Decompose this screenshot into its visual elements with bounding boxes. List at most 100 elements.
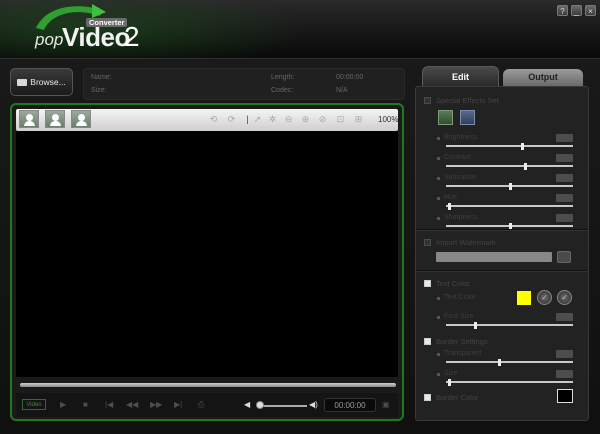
border-slider-track[interactable] bbox=[446, 361, 573, 363]
minimize-button[interactable]: _ bbox=[571, 5, 582, 16]
bullet bbox=[437, 217, 440, 220]
slider-value[interactable] bbox=[556, 154, 573, 162]
volume-knob[interactable] bbox=[256, 401, 264, 409]
bullet bbox=[437, 157, 440, 160]
trim-tool-icon[interactable] bbox=[460, 110, 475, 125]
person-icon bbox=[78, 114, 85, 121]
title-bar: pop Video 2 Converter ? _ × bbox=[0, 0, 600, 59]
border-color-picker[interactable] bbox=[557, 389, 573, 403]
view-mode-2-button[interactable] bbox=[45, 110, 65, 128]
zoom-in-icon[interactable]: ⊕ bbox=[301, 115, 310, 124]
playback-controls: Video ▶ ■ |◀ ◀◀ ▶▶ ▶| ⎙ ◀ ◀) 00:00:00 ▣ bbox=[16, 393, 398, 417]
slider-knob[interactable] bbox=[448, 203, 451, 210]
screen-icon[interactable]: ▣ bbox=[382, 400, 390, 410]
prev-frame-icon[interactable]: |◀ bbox=[105, 400, 113, 410]
fit-icon[interactable]: ⊡ bbox=[336, 115, 345, 124]
zoom-level: 100% bbox=[378, 115, 399, 124]
forward-icon[interactable]: ▶▶ bbox=[150, 400, 162, 410]
tab-output[interactable]: Output bbox=[503, 69, 583, 86]
preview-frame: ⟲ ⟳ | ➚ ✲ ⊖ ⊕ ⊘ ⊡ ⊞ 100% Video ▶ ■ |◀ ◀◀… bbox=[10, 103, 404, 421]
snapshot-icon[interactable]: ⎙ bbox=[198, 400, 204, 410]
border-checkbox[interactable] bbox=[424, 338, 431, 345]
slider-knob[interactable] bbox=[521, 143, 524, 150]
video-badge: Video bbox=[22, 399, 46, 410]
help-button[interactable]: ? bbox=[557, 5, 568, 16]
border-slider-value[interactable] bbox=[556, 370, 573, 378]
volume-slider[interactable] bbox=[259, 405, 307, 407]
next-frame-icon[interactable]: ▶| bbox=[174, 400, 182, 410]
rotate-left-icon[interactable]: ⟲ bbox=[209, 115, 218, 124]
watermark-checkbox[interactable] bbox=[424, 239, 431, 246]
file-info-panel: Name: Size: Length: 00:00:00 Codec: N/A bbox=[83, 68, 405, 100]
slider-track[interactable] bbox=[446, 165, 573, 167]
watermark-browse-button[interactable] bbox=[557, 251, 571, 263]
slider-value[interactable] bbox=[556, 174, 573, 182]
person-icon bbox=[52, 114, 59, 121]
slider-track[interactable] bbox=[446, 145, 573, 147]
font-size-knob[interactable] bbox=[474, 322, 477, 329]
video-display[interactable] bbox=[16, 131, 398, 377]
text-color-swatch[interactable] bbox=[517, 291, 531, 305]
size-label: Size: bbox=[91, 87, 107, 94]
text-checkbox[interactable] bbox=[424, 280, 431, 287]
text-label: Text Color bbox=[436, 279, 470, 288]
codec-label: Codec: bbox=[271, 87, 294, 94]
crop-icon[interactable]: ✲ bbox=[268, 115, 277, 124]
divider: | bbox=[246, 114, 249, 124]
volume-max-icon[interactable]: ◀) bbox=[309, 400, 318, 410]
slider-value[interactable] bbox=[556, 214, 573, 222]
pointer-icon[interactable]: ➚ bbox=[253, 115, 262, 124]
slider-knob[interactable] bbox=[509, 183, 512, 190]
border-slider-track[interactable] bbox=[446, 381, 573, 383]
slider-value[interactable] bbox=[556, 134, 573, 142]
border-color-label: Border Color bbox=[436, 393, 479, 402]
style-button[interactable]: ✓ bbox=[557, 290, 572, 305]
rewind-icon[interactable]: ◀◀ bbox=[126, 400, 138, 410]
font-button[interactable]: ✓ bbox=[537, 290, 552, 305]
separator bbox=[416, 229, 588, 231]
view-mode-1-button[interactable] bbox=[19, 110, 39, 128]
browse-label: Browse... bbox=[30, 77, 66, 87]
original-size-icon[interactable]: ⊞ bbox=[354, 115, 363, 124]
bullet bbox=[437, 297, 440, 300]
bullet bbox=[437, 177, 440, 180]
rotate-right-icon[interactable]: ⟳ bbox=[227, 115, 236, 124]
watermark-label: Import Watermark bbox=[436, 238, 496, 247]
slider-track[interactable] bbox=[446, 205, 573, 207]
logo-pop: pop bbox=[35, 30, 64, 49]
border-slider-knob[interactable] bbox=[448, 379, 451, 386]
view-mode-3-button[interactable] bbox=[71, 110, 91, 128]
volume-icon[interactable]: ◀ bbox=[244, 400, 250, 410]
stop-icon[interactable]: ⊘ bbox=[318, 115, 327, 124]
border-label: Border Settings bbox=[436, 337, 488, 346]
logo-badge: Converter bbox=[86, 18, 128, 27]
font-size-value[interactable] bbox=[556, 313, 573, 321]
slider-knob[interactable] bbox=[524, 163, 527, 170]
bullet bbox=[437, 137, 440, 140]
zoom-out-icon[interactable]: ⊖ bbox=[284, 115, 293, 124]
border-slider-knob[interactable] bbox=[498, 359, 501, 366]
font-size-label: Font Size bbox=[444, 313, 474, 320]
browse-button[interactable]: Browse... bbox=[10, 68, 73, 96]
play-icon[interactable]: ▶ bbox=[60, 400, 66, 410]
separator bbox=[416, 270, 588, 272]
preview-toolbar: ⟲ ⟳ | ➚ ✲ ⊖ ⊕ ⊘ ⊡ ⊞ 100% bbox=[16, 109, 398, 131]
watermark-path-field[interactable] bbox=[436, 252, 552, 262]
slider-label: Saturation bbox=[444, 174, 476, 181]
slider-value[interactable] bbox=[556, 194, 573, 202]
tab-edit[interactable]: Edit bbox=[422, 66, 499, 86]
crop-tool-icon[interactable] bbox=[438, 110, 453, 125]
length-label: Length: bbox=[271, 74, 295, 81]
bullet bbox=[437, 197, 440, 200]
text-color-label: Text Color bbox=[444, 294, 476, 301]
close-button[interactable]: × bbox=[585, 5, 596, 16]
effects-checkbox[interactable] bbox=[424, 97, 431, 104]
person-icon bbox=[26, 114, 33, 121]
slider-label: Brightness bbox=[444, 134, 478, 141]
border-color-checkbox[interactable] bbox=[424, 394, 431, 401]
border-slider-label: Size bbox=[444, 370, 458, 377]
border-slider-value[interactable] bbox=[556, 350, 573, 358]
font-size-track[interactable] bbox=[446, 324, 573, 326]
seek-bar[interactable] bbox=[20, 383, 396, 387]
stop-square-icon[interactable]: ■ bbox=[83, 400, 88, 410]
